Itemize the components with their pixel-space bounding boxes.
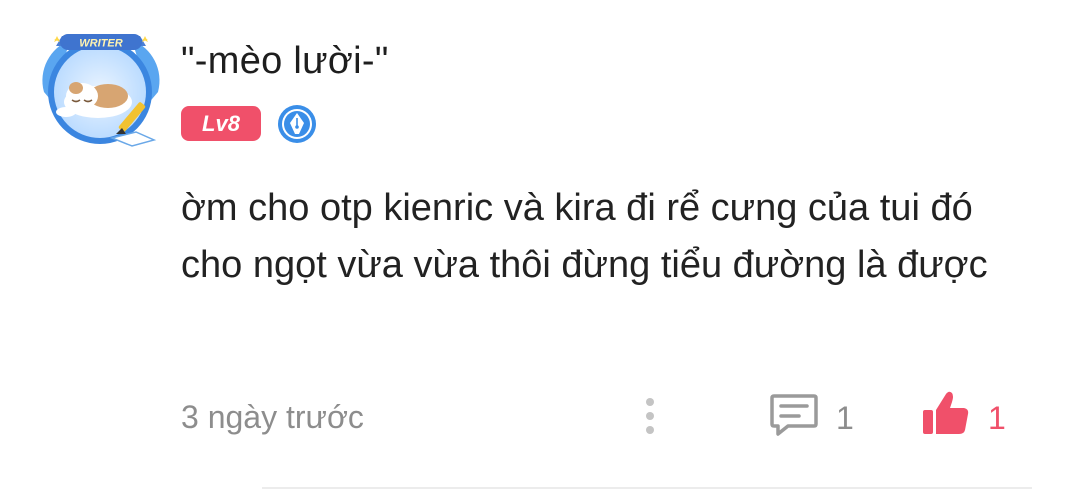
avatar[interactable]: WRITER	[36, 30, 166, 155]
comment-timestamp: 3 ngày trước	[181, 399, 364, 435]
chat-bubble-icon[interactable]	[768, 392, 820, 438]
level-badge: Lv8	[181, 106, 261, 141]
thumbs-up-icon[interactable]	[921, 388, 971, 438]
author-name[interactable]: "-mèo lười-"	[181, 40, 389, 83]
pen-nib-icon	[277, 104, 317, 144]
comment-text: ờm cho otp kienric và kira đi rể cưng củ…	[181, 187, 988, 286]
divider	[262, 487, 1032, 489]
like-count[interactable]: 1	[988, 400, 1006, 437]
svg-text:WRITER: WRITER	[79, 38, 122, 50]
reply-count[interactable]: 1	[836, 400, 854, 437]
more-vertical-icon[interactable]	[641, 396, 659, 436]
